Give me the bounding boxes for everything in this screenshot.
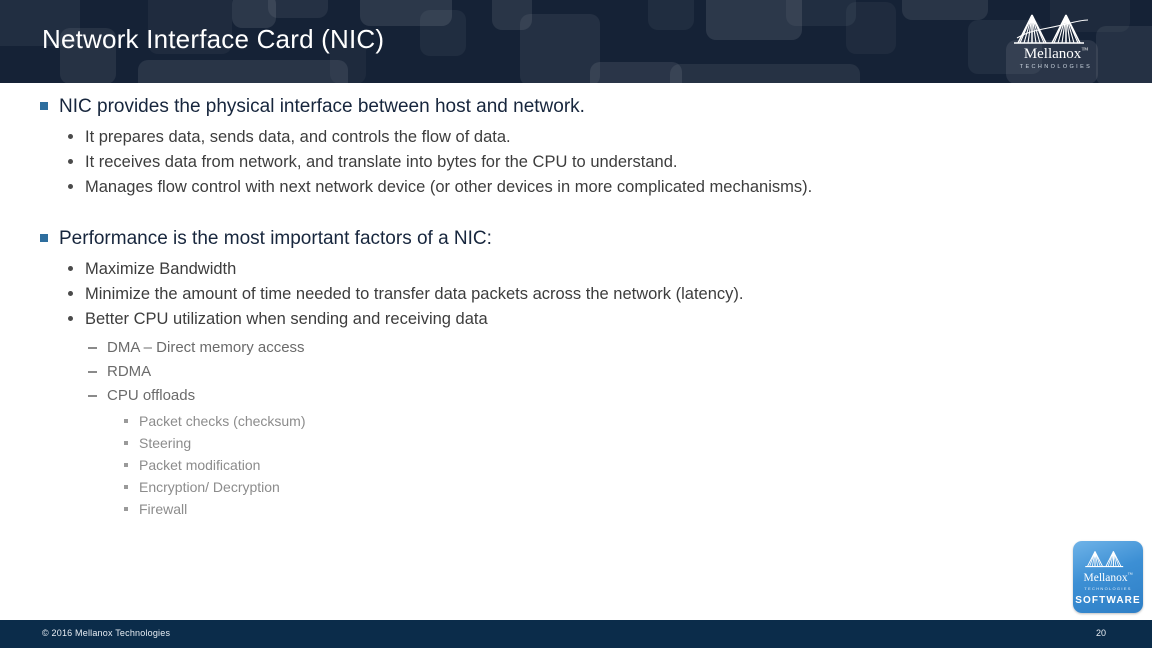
list-item-text: Packet modification bbox=[139, 457, 261, 473]
section-1: NIC provides the physical interface betw… bbox=[40, 94, 812, 200]
list-item: DMA – Direct memory access bbox=[88, 336, 744, 360]
slide-header: Network Interface Card (NIC) Mellanox™ T… bbox=[0, 0, 1152, 83]
dot-bullet-icon bbox=[68, 159, 73, 164]
list-item-text: Minimize the amount of time needed to tr… bbox=[85, 285, 744, 303]
badge-wordmark: Mellanox™ bbox=[1083, 572, 1133, 585]
list-item: Packet checks (checksum) bbox=[124, 410, 744, 432]
badge-trademark: ™ bbox=[1127, 573, 1133, 579]
list-item: Steering bbox=[124, 432, 744, 454]
list-item: Packet modification bbox=[124, 454, 744, 476]
dot-bullet-icon bbox=[68, 291, 73, 296]
square-bullet-icon bbox=[124, 507, 128, 511]
list-item-text: CPU offloads bbox=[107, 387, 196, 404]
section-2: Performance is the most important factor… bbox=[40, 226, 744, 520]
list-item: Minimize the amount of time needed to tr… bbox=[68, 282, 744, 307]
slide-body: NIC provides the physical interface betw… bbox=[0, 83, 1152, 620]
list-item: CPU offloads bbox=[88, 384, 744, 408]
section-2-sublist-level4: Packet checks (checksum) Steering Packet… bbox=[40, 410, 744, 520]
page-number: 20 bbox=[1095, 628, 1106, 638]
mellanox-software-badge: Mellanox™ TECHNOLOGIES SOFTWARE bbox=[1073, 541, 1143, 613]
logo-tagline: TECHNOLOGIES bbox=[1019, 64, 1093, 70]
list-item: Encryption/ Decryption bbox=[124, 476, 744, 498]
square-bullet-icon bbox=[124, 441, 128, 445]
list-item: Manages flow control with next network d… bbox=[68, 175, 812, 200]
section-2-list: Maximize Bandwidth Minimize the amount o… bbox=[40, 257, 744, 332]
list-item-text: Encryption/ Decryption bbox=[139, 479, 280, 495]
section-2-heading: Performance is the most important factor… bbox=[40, 226, 744, 252]
dash-bullet-icon bbox=[88, 395, 97, 397]
section-1-heading: NIC provides the physical interface betw… bbox=[40, 94, 812, 120]
section-2-sublist-level3: DMA – Direct memory access RDMA CPU offl… bbox=[40, 336, 744, 408]
section-1-heading-text: NIC provides the physical interface betw… bbox=[59, 96, 585, 117]
list-item-text: Steering bbox=[139, 435, 192, 451]
list-item: RDMA bbox=[88, 360, 744, 384]
list-item-text: RDMA bbox=[107, 363, 152, 380]
logo-trademark: ™ bbox=[1081, 46, 1089, 54]
slide: Network Interface Card (NIC) Mellanox™ T… bbox=[0, 0, 1152, 648]
square-bullet-icon bbox=[124, 463, 128, 467]
list-item: Better CPU utilization when sending and … bbox=[68, 307, 744, 332]
dash-bullet-icon bbox=[88, 371, 97, 373]
dot-bullet-icon bbox=[68, 316, 73, 321]
copyright-text: © 2016 Mellanox Technologies bbox=[42, 628, 171, 638]
list-item-text: DMA – Direct memory access bbox=[107, 339, 305, 356]
bridge-icon bbox=[1085, 551, 1124, 568]
badge-product-label: SOFTWARE bbox=[1075, 595, 1141, 606]
page-title: Network Interface Card (NIC) bbox=[42, 24, 385, 54]
section-1-list: It prepares data, sends data, and contro… bbox=[40, 125, 812, 200]
logo-wordmark-text: Mellanox bbox=[1023, 46, 1082, 62]
list-item-text: Maximize Bandwidth bbox=[85, 260, 237, 278]
square-bullet-icon bbox=[124, 419, 128, 423]
square-bullet-icon bbox=[40, 234, 48, 242]
dot-bullet-icon bbox=[68, 184, 73, 189]
list-item: It receives data from network, and trans… bbox=[68, 150, 812, 175]
section-2-heading-text: Performance is the most important factor… bbox=[59, 228, 492, 249]
list-item-text: Firewall bbox=[139, 501, 188, 517]
bridge-icon bbox=[1014, 14, 1089, 44]
list-item-text: It receives data from network, and trans… bbox=[85, 153, 678, 171]
badge-tagline: TECHNOLOGIES bbox=[1084, 586, 1132, 591]
mellanox-logo: Mellanox™ TECHNOLOGIES bbox=[1008, 12, 1104, 74]
list-item-text: Packet checks (checksum) bbox=[139, 413, 306, 429]
badge-wordmark-text: Mellanox bbox=[1083, 572, 1128, 584]
list-item: Maximize Bandwidth bbox=[68, 257, 744, 282]
list-item-text: Better CPU utilization when sending and … bbox=[85, 310, 488, 328]
dash-bullet-icon bbox=[88, 347, 97, 349]
slide-footer: © 2016 Mellanox Technologies 20 bbox=[0, 620, 1152, 648]
list-item-text: Manages flow control with next network d… bbox=[85, 178, 813, 196]
logo-wordmark: Mellanox™ bbox=[1008, 47, 1104, 62]
dot-bullet-icon bbox=[68, 134, 73, 139]
list-item-text: It prepares data, sends data, and contro… bbox=[85, 128, 511, 146]
square-bullet-icon bbox=[124, 485, 128, 489]
dot-bullet-icon bbox=[68, 266, 73, 271]
list-item: It prepares data, sends data, and contro… bbox=[68, 125, 812, 150]
square-bullet-icon bbox=[40, 102, 48, 110]
list-item: Firewall bbox=[124, 498, 744, 520]
